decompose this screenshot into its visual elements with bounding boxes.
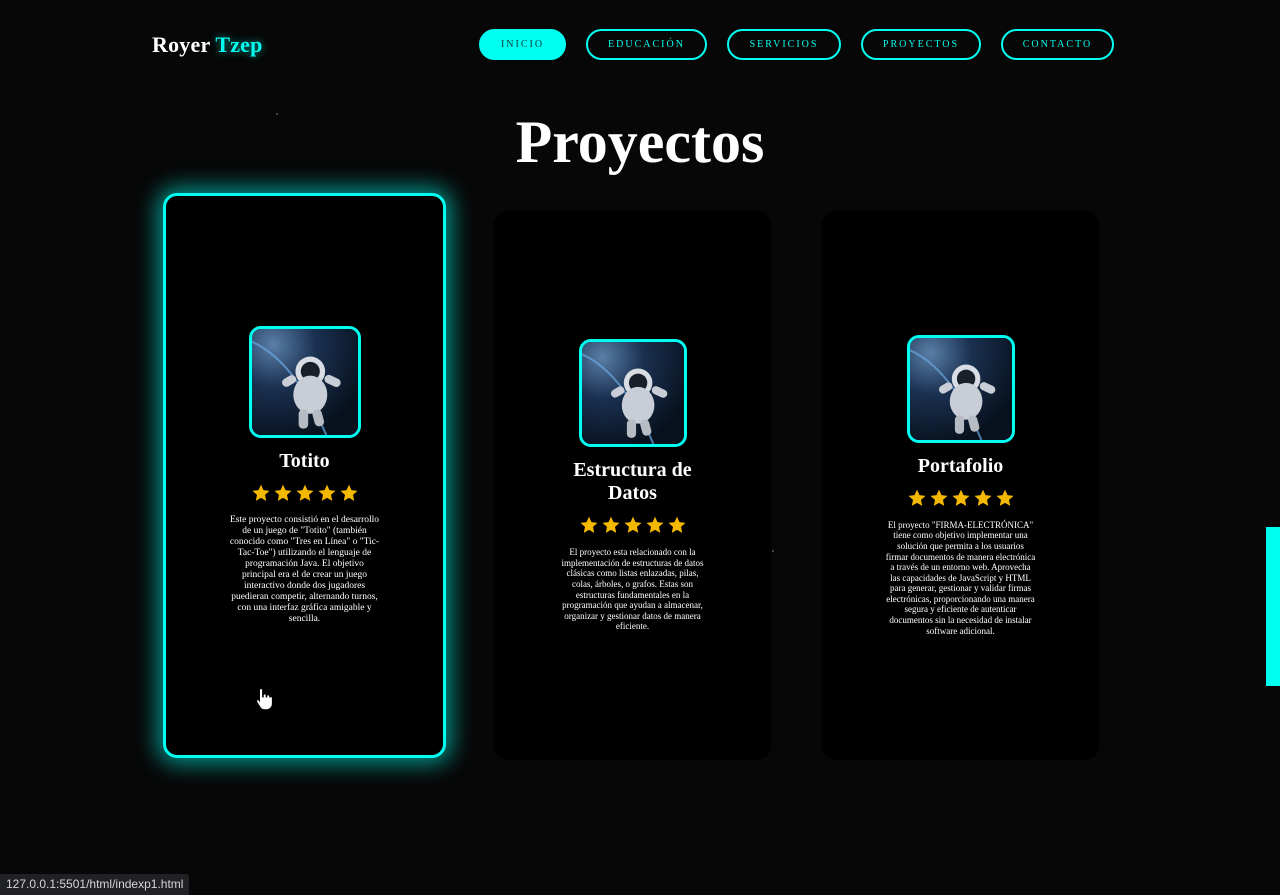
nav-educacion-button[interactable]: EDUCACIÓN <box>586 29 707 60</box>
nav-inicio-button[interactable]: INICIO <box>479 29 566 60</box>
rating-stars <box>251 483 359 503</box>
star-icon <box>996 489 1013 506</box>
card-description: El proyecto "FIRMA-ELECTRÓNICA" tiene co… <box>885 519 1036 636</box>
site-logo[interactable]: Royer Tzep <box>152 32 263 58</box>
project-card-portafolio[interactable]: Portafolio El proyecto "FIRMA-ELECTRÓNIC… <box>822 211 1099 760</box>
star-icon <box>908 489 925 506</box>
rating-stars <box>907 488 1015 508</box>
logo-last-name: Tzep <box>215 32 263 57</box>
side-scroll-tab[interactable] <box>1266 527 1280 686</box>
page-title: Proyectos <box>515 109 765 175</box>
hand-cursor-icon <box>256 687 273 711</box>
card-title: Totito <box>279 450 330 472</box>
astronaut-image <box>248 326 361 438</box>
star-icon <box>318 484 335 501</box>
astronaut-image <box>906 334 1015 443</box>
star-icon <box>930 489 947 506</box>
star-icon <box>252 484 269 501</box>
main-nav: INICIO EDUCACIÓN SERVICIOS PROYECTOS CON… <box>479 29 1114 60</box>
card-title: Estructura de Datos <box>573 459 692 505</box>
star-icon <box>646 516 663 533</box>
star-icon <box>296 484 313 501</box>
rating-stars <box>579 515 687 535</box>
star-icon <box>624 516 641 533</box>
nav-contacto-button[interactable]: CONTACTO <box>1001 29 1114 60</box>
browser-status-url: 127.0.0.1:5501/html/indexp1.html <box>0 874 190 895</box>
star-icon <box>974 489 991 506</box>
nav-servicios-button[interactable]: SERVICIOS <box>727 29 841 60</box>
nav-proyectos-button[interactable]: PROYECTOS <box>861 29 981 60</box>
card-description: Este proyecto consistió en el desarrollo… <box>229 515 380 624</box>
card-description: El proyecto esta relacionado con la impl… <box>561 547 704 632</box>
card-title: Portafolio <box>917 454 1004 477</box>
page: Royer Tzep INICIO EDUCACIÓN SERVICIOS PR… <box>0 0 1280 895</box>
project-card-estructura-de-datos[interactable]: Estructura de Datos El proyecto esta rel… <box>494 211 771 760</box>
astronaut-icon <box>581 342 684 445</box>
astronaut-icon <box>251 329 358 435</box>
star-icon <box>668 516 685 533</box>
star-icon <box>602 516 619 533</box>
background-star <box>772 550 774 552</box>
astronaut-icon <box>909 337 1012 440</box>
logo-first-name: Royer <box>152 32 211 57</box>
star-icon <box>340 484 357 501</box>
astronaut-image <box>578 339 687 448</box>
project-card-totito[interactable]: Totito Este proyecto consistió en el des… <box>163 193 446 758</box>
star-icon <box>580 516 597 533</box>
star-icon <box>274 484 291 501</box>
star-icon <box>952 489 969 506</box>
